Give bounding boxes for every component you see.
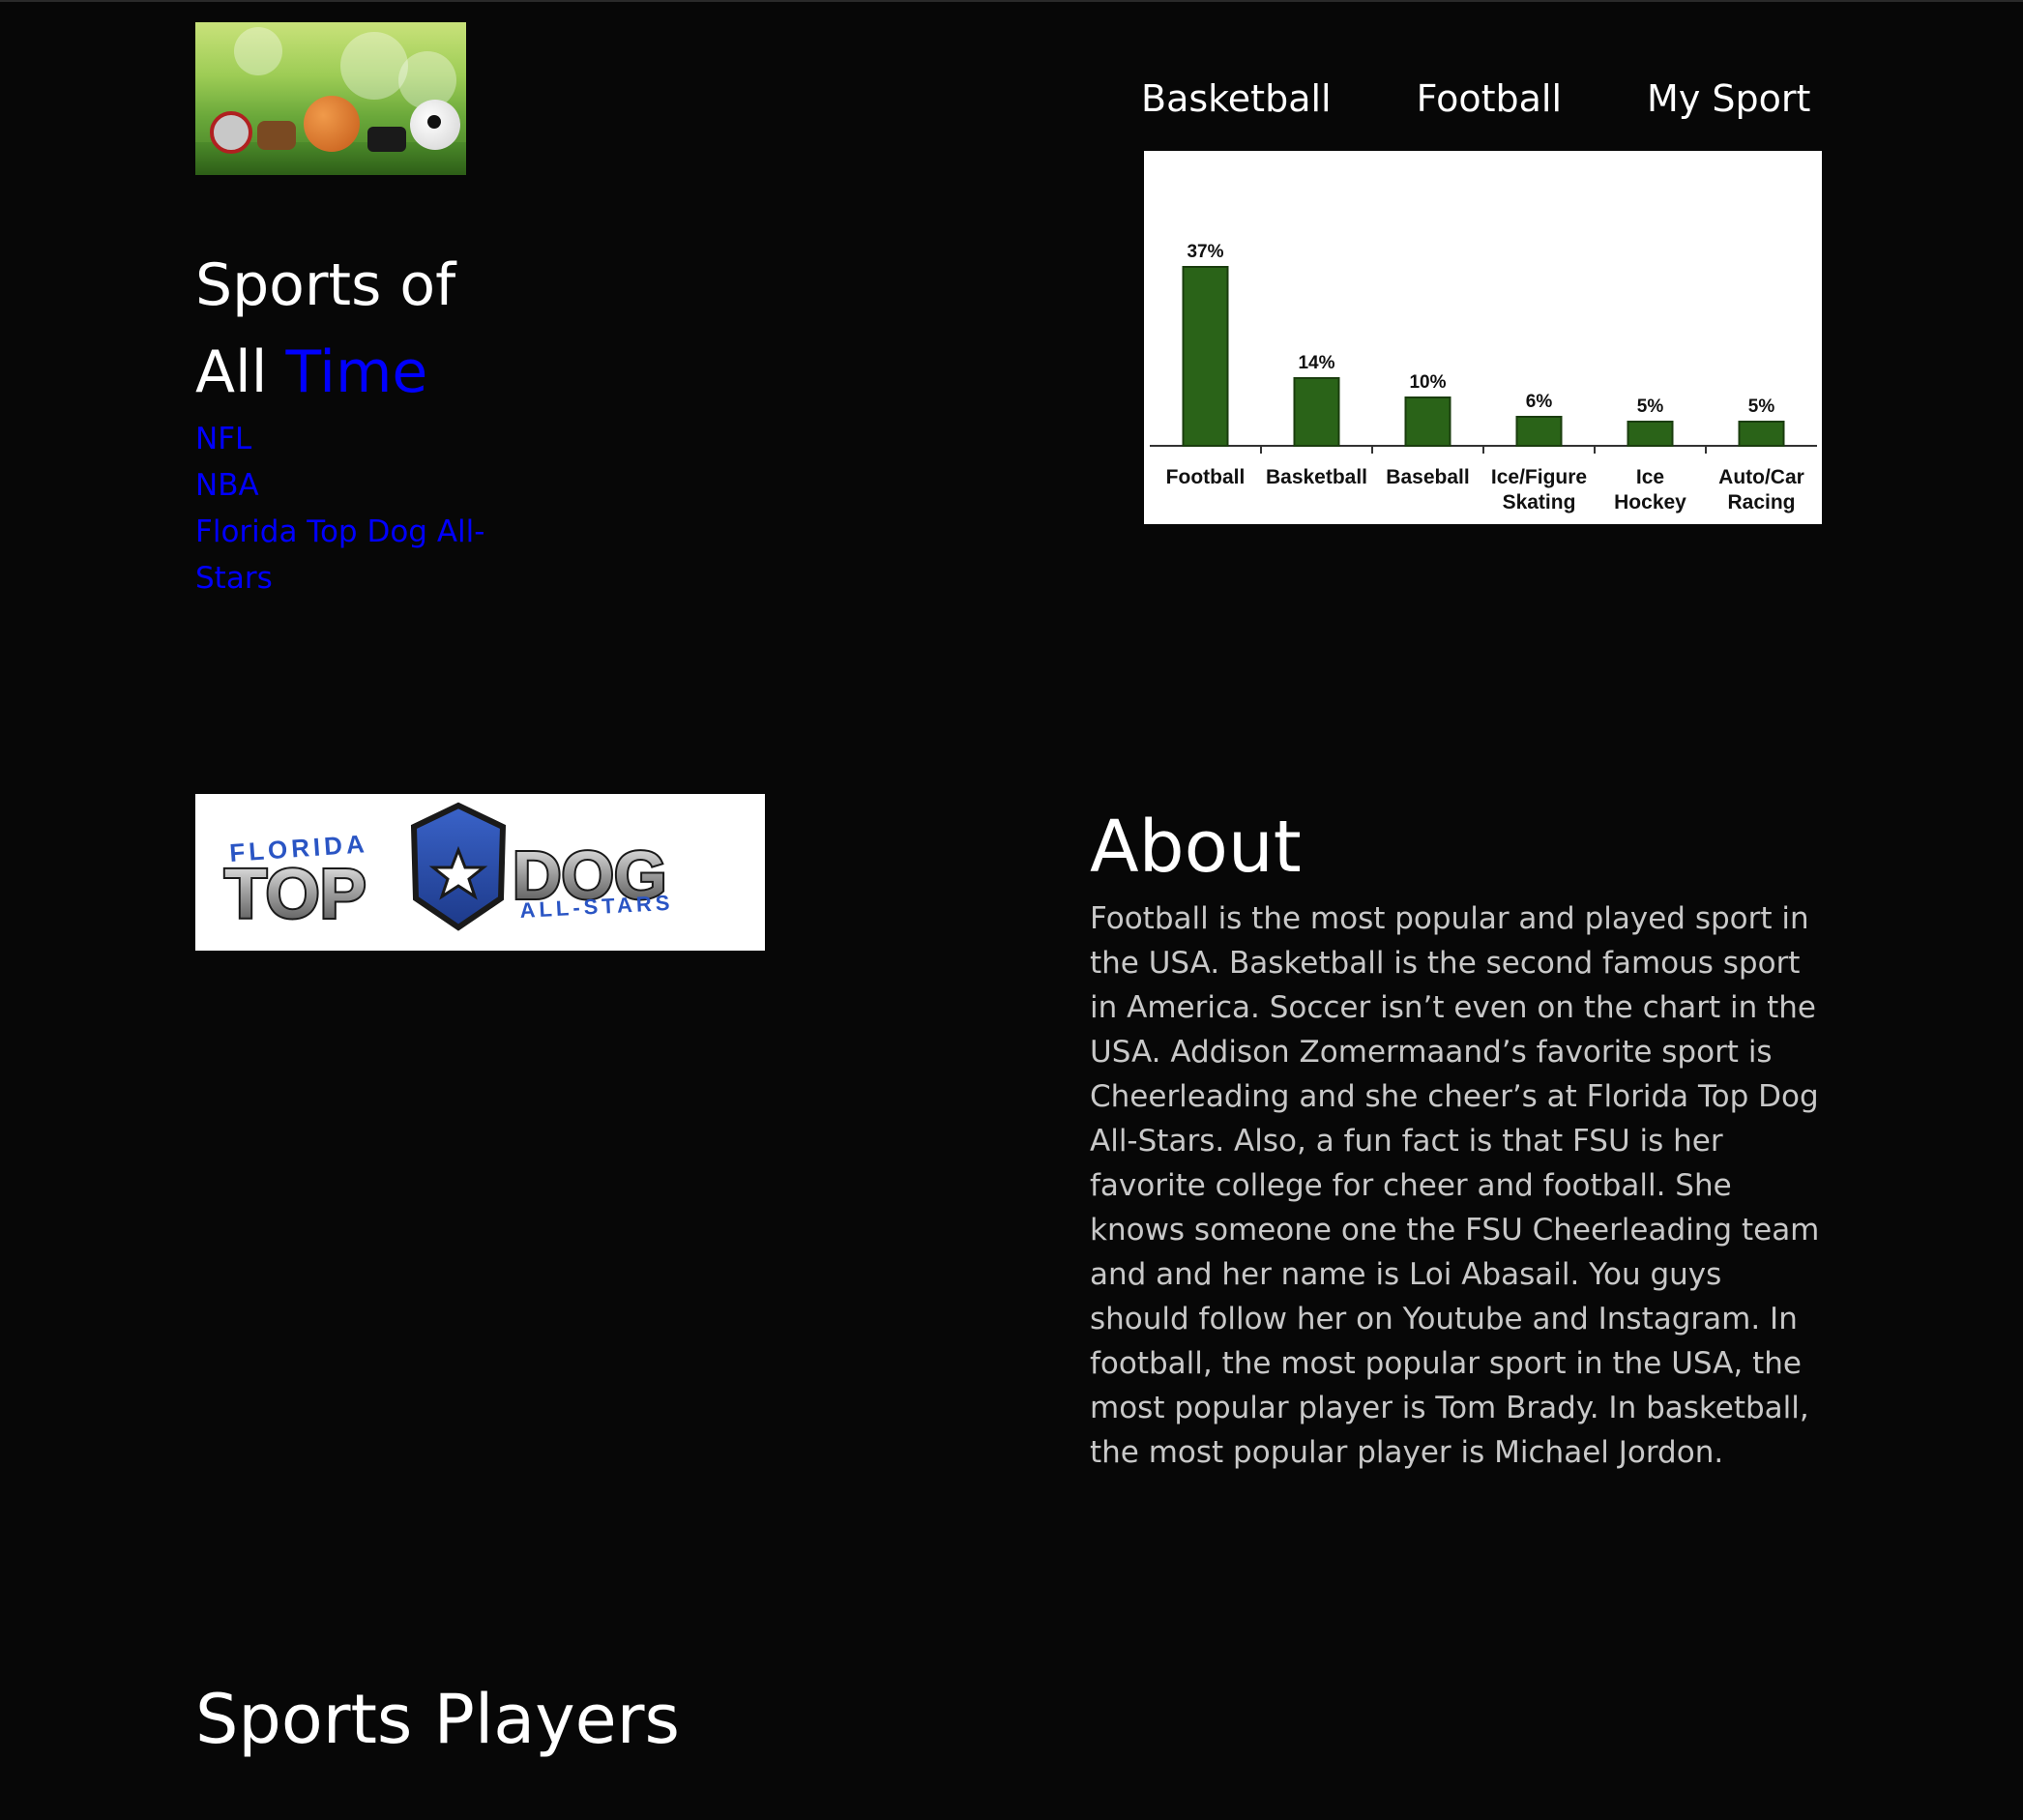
logo-left-word: TOP [224,856,366,933]
bar-ice-hockey [1627,421,1674,447]
bar-baseball [1404,396,1451,447]
category-label: Auto/Car [1718,466,1804,488]
category-label: Skating [1503,491,1576,514]
sports-players-heading: Sports Players [195,1680,680,1759]
top-dog-logo-graphic: FLORIDA TOP DOG ALL-STARS [222,802,674,935]
page-title: Sports of All Time [195,242,543,416]
title-line-2: All [195,338,268,406]
bar-auto-car-racing [1738,421,1785,447]
sports-equipment-image [195,22,466,175]
bar-football [1182,266,1229,447]
title-line-1: Sports of [195,251,456,319]
popularity-bar-chart: 37% Football 14% Basketball 10% Baseball 6% Ice… [1144,151,1822,524]
bar-ice-figure-skating [1515,416,1563,447]
bar-value-label: 5% [1637,396,1664,417]
chart-svg: 37% Football 14% Basketball 10% Baseball 6% Ice… [1150,242,1817,514]
bar-value-label: 14% [1298,353,1334,373]
nav-football[interactable]: Football [1417,73,1562,124]
bar-value-label: 37% [1187,242,1223,262]
link-florida-top-dog[interactable]: Florida Top Dog All-Stars [195,509,524,602]
bar-basketball [1293,377,1340,447]
category-label: Racing [1727,491,1795,514]
link-nfl[interactable]: NFL [195,416,524,462]
bar-value-label: 10% [1409,372,1446,393]
nav-basketball[interactable]: Basketball [1141,73,1332,124]
link-nba[interactable]: NBA [195,462,524,509]
bar-value-label: 6% [1526,392,1553,412]
category-label: Baseball [1386,466,1469,488]
side-links: NFL NBA Florida Top Dog All-Stars [195,416,524,602]
category-label: Ice/Figure [1491,466,1587,488]
bar-value-label: 5% [1748,396,1775,417]
category-label: Ice [1636,466,1664,488]
top-dog-logo: FLORIDA TOP DOG ALL-STARS [195,794,765,951]
category-label: Hockey [1614,491,1686,514]
title-accent-word: Time [285,338,428,406]
about-paragraph: Football is the most popular and played … [1090,901,1820,1470]
category-label: Basketball [1266,466,1367,488]
main-nav: Basketball Football My Sport [1141,73,1810,124]
about-heading: About [1090,806,1302,889]
nav-my-sport[interactable]: My Sport [1647,73,1810,124]
page: Sports of All Time NFL NBA Florida Top D… [0,0,2023,1820]
category-label: Football [1166,466,1246,488]
